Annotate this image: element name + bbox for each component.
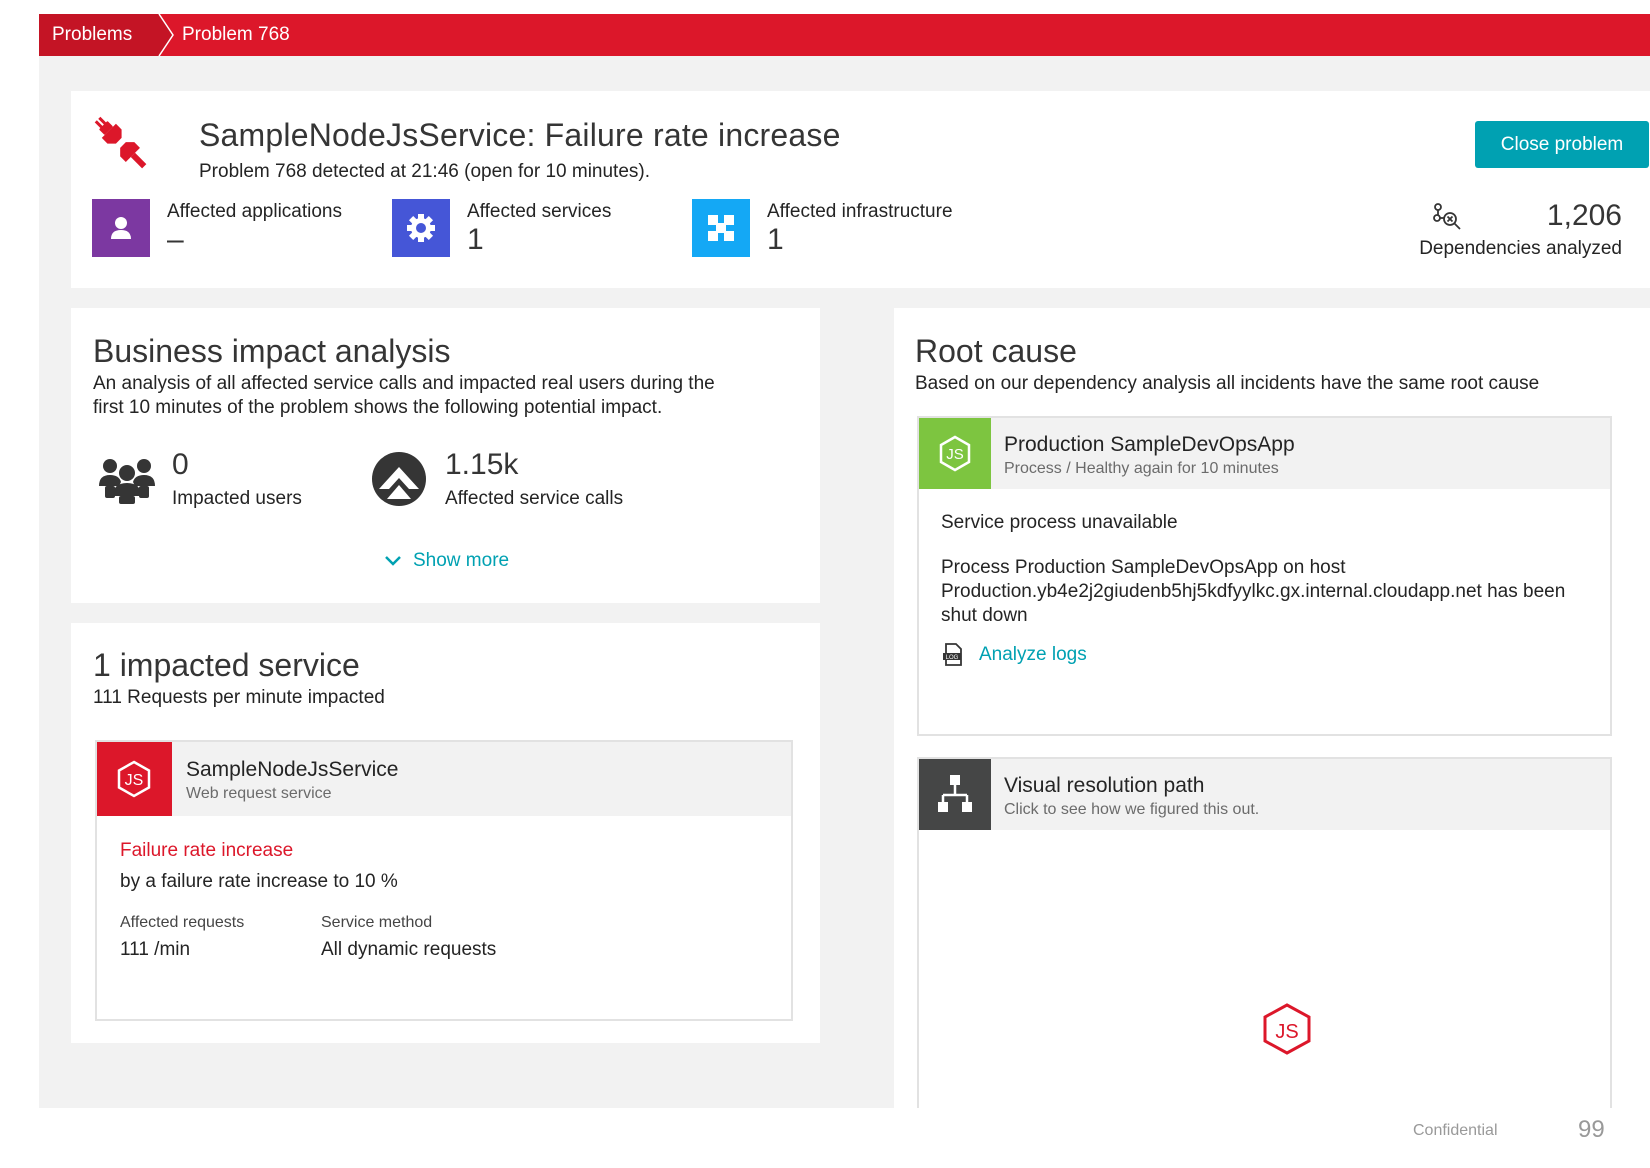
breadcrumb: Problems Problem 768 (39, 14, 1650, 56)
event-title: Service process unavailable (941, 512, 1178, 533)
dependency-search-icon (1433, 203, 1461, 230)
service-type: Web request service (186, 785, 332, 802)
dependencies-label: Dependencies analyzed (1419, 238, 1622, 259)
problem-title: SampleNodeJsService: Failure rate increa… (199, 117, 841, 153)
service-method-value: All dynamic requests (321, 939, 497, 960)
failure-title: Failure rate increase (120, 840, 294, 861)
nodejs-process-icon: JS (919, 418, 991, 489)
business-impact-desc-1: An analysis of all affected service call… (93, 373, 715, 394)
event-detail-1: Process Production SampleDevOpsApp on ho… (941, 557, 1346, 578)
problem-summary-card: SampleNodeJsService: Failure rate increa… (71, 91, 1650, 288)
affected-infrastructure-label: Affected infrastructure (767, 201, 953, 222)
affected-infrastructure-value: 1 (767, 223, 784, 256)
affected-services-value: 1 (467, 223, 484, 256)
impacted-service-subtitle: 111 Requests per minute impacted (93, 687, 385, 708)
resolution-subtitle: Click to see how we figured this out. (1004, 801, 1260, 818)
breadcrumb-problems[interactable]: Problems (52, 14, 146, 56)
users-icon (99, 459, 155, 504)
business-impact-desc-2: first 10 minutes of the problem shows th… (93, 397, 663, 418)
event-detail-3: shut down (941, 605, 1028, 626)
affected-applications-label: Affected applications (167, 201, 342, 222)
root-cause-process: JS Production SampleDevOpsApp Process / … (917, 416, 1612, 736)
close-problem-button[interactable]: Close problem (1475, 121, 1649, 168)
impacted-service-title: 1 impacted service (93, 647, 360, 683)
nodejs-node-icon[interactable]: JS (1262, 1003, 1312, 1055)
chevron-down-icon (385, 556, 401, 566)
process-status: Process / Healthy again for 10 minutes (1004, 460, 1279, 477)
problem-page: Problems Problem 768 SampleNodeJsService… (39, 14, 1650, 1108)
affected-calls-label: Affected service calls (445, 488, 624, 509)
analyze-logs-label: Analyze logs (979, 644, 1087, 665)
root-cause-desc: Based on our dependency analysis all inc… (915, 373, 1540, 394)
gear-icon (392, 199, 450, 257)
svg-text:JS: JS (125, 772, 144, 789)
nodejs-icon: JS (97, 742, 172, 816)
root-cause-card: Root cause Based on our dependency analy… (894, 308, 1650, 1108)
visual-resolution-path: Visual resolution path Click to see how … (917, 757, 1612, 1108)
service-tile: JS SampleNodeJsService Web request servi… (95, 740, 793, 1021)
process-header[interactable]: JS Production SampleDevOpsApp Process / … (919, 418, 1610, 489)
hierarchy-icon (919, 759, 991, 830)
affected-requests-value: 111 /min (120, 939, 191, 960)
event-detail-2: Production.yb4e2j2giudenb5hj5kdfyylkc.gx… (941, 581, 1566, 602)
root-cause-title: Root cause (915, 333, 1077, 369)
log-file-icon: LOG (943, 643, 962, 666)
svg-text:LOG: LOG (946, 655, 959, 661)
impacted-service-card: 1 impacted service 111 Requests per minu… (71, 623, 820, 1043)
svg-text:JS: JS (946, 446, 964, 463)
affected-services-label: Affected services (467, 201, 612, 222)
affected-requests-label: Affected requests (120, 914, 245, 931)
business-impact-card: Business impact analysis An analysis of … (71, 308, 820, 603)
breadcrumb-problem-768[interactable]: Problem 768 (182, 14, 290, 56)
affected-calls-value: 1.15k (445, 448, 519, 481)
confidential-label: Confidential (1413, 1122, 1498, 1139)
impacted-users-label: Impacted users (172, 488, 302, 509)
show-more-link[interactable]: Show more (383, 550, 509, 572)
resolution-header[interactable]: Visual resolution path Click to see how … (919, 759, 1610, 830)
page-number: 99 (1578, 1116, 1605, 1143)
affected-applications-value: – (167, 223, 184, 256)
service-calls-icon (372, 452, 426, 506)
infrastructure-icon (692, 199, 750, 257)
problem-subtitle: Problem 768 detected at 21:46 (open for … (199, 161, 650, 182)
service-header[interactable]: JS SampleNodeJsService Web request servi… (97, 742, 791, 816)
process-name: Production SampleDevOpsApp (1004, 433, 1295, 456)
service-method-label: Service method (321, 914, 433, 931)
svg-text:JS: JS (1275, 1021, 1298, 1043)
show-more-label: Show more (413, 550, 510, 571)
analyze-logs-link[interactable]: LOG Analyze logs (941, 642, 1087, 668)
service-name: SampleNodeJsService (186, 758, 399, 781)
failure-desc: by a failure rate increase to 10 % (120, 871, 398, 892)
business-impact-title: Business impact analysis (93, 333, 451, 369)
dependencies-value: 1,206 (1546, 199, 1622, 232)
impacted-users-value: 0 (172, 448, 189, 481)
unplugged-icon (94, 116, 147, 169)
user-icon (92, 199, 150, 257)
resolution-title: Visual resolution path (1004, 774, 1205, 797)
